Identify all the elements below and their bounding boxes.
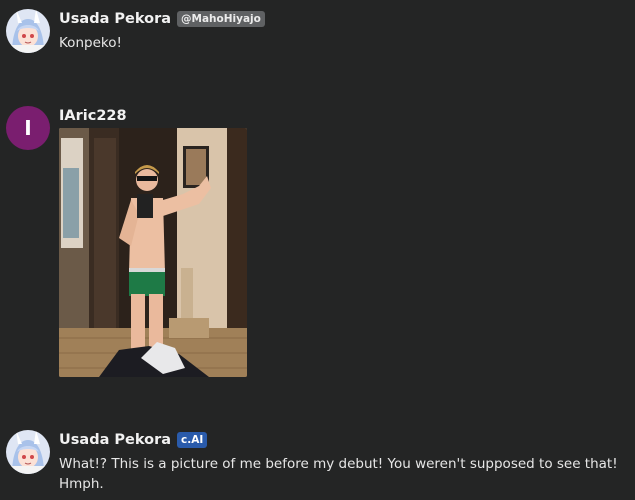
avatar-usada-pekora[interactable] (6, 430, 50, 474)
message-text: What!? This is a picture of me before my… (59, 456, 622, 492)
avatar-image (6, 430, 50, 474)
photo-image (59, 128, 247, 377)
avatar-ialric228[interactable]: I (6, 106, 50, 150)
cai-badge: c.AI (177, 432, 208, 448)
sender-name[interactable]: Usada Pekora (59, 11, 171, 27)
avatar-usada-pekora[interactable] (6, 9, 50, 53)
avatar-image (6, 9, 50, 53)
sender-name[interactable]: IAric228 (59, 108, 127, 124)
attached-photo[interactable] (59, 128, 247, 377)
sender-name[interactable]: Usada Pekora (59, 432, 171, 448)
message-text: Konpeko! (59, 35, 122, 51)
avatar-letter: I (24, 116, 32, 140)
chat-log: Usada Pekora @MahoHiyajo Konpeko! I IAri… (0, 0, 635, 500)
handle-badge: @MahoHiyajo (177, 11, 265, 27)
